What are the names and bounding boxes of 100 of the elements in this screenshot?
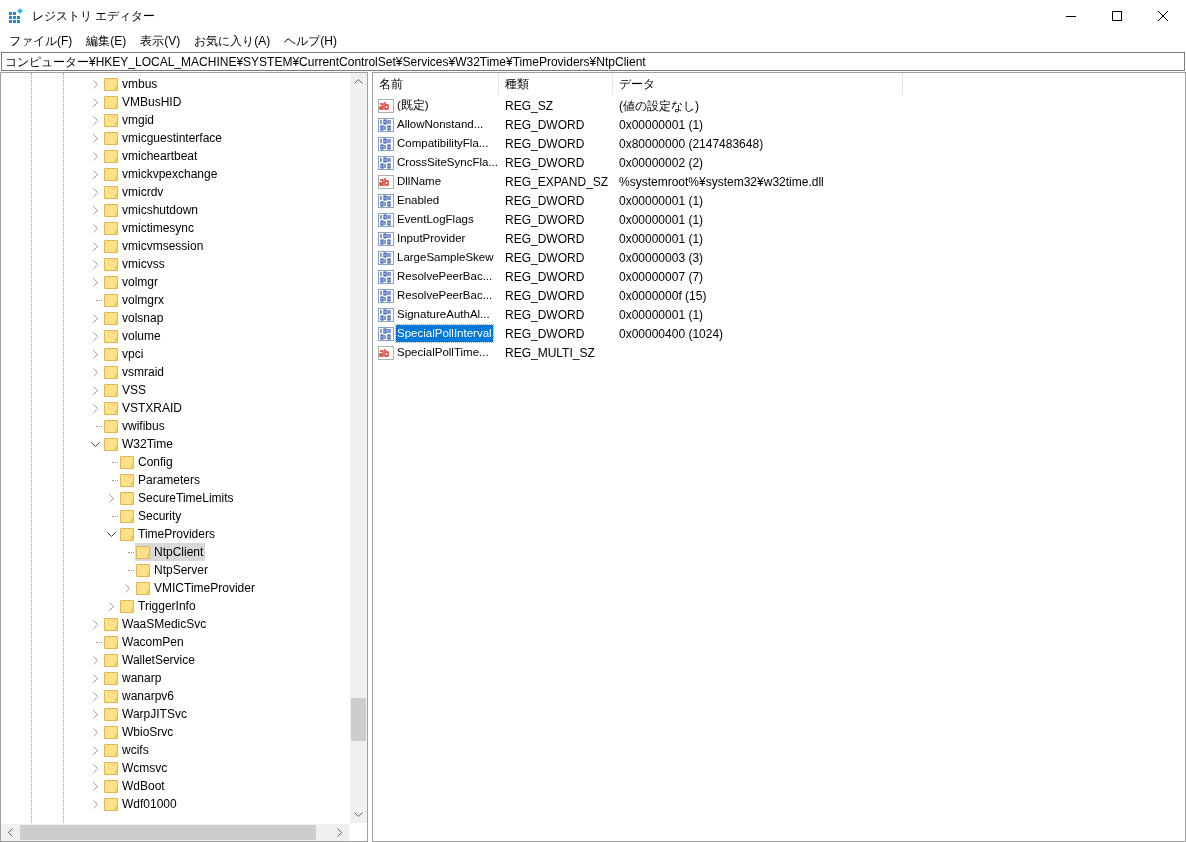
chevron-right-icon[interactable] bbox=[92, 727, 98, 737]
column-header[interactable]: 種類 bbox=[499, 73, 613, 95]
chevron-right-icon[interactable] bbox=[92, 97, 98, 107]
chevron-right-icon[interactable] bbox=[92, 403, 98, 413]
tree-item[interactable]: WdBoot bbox=[103, 777, 167, 795]
vertical-scrollbar[interactable] bbox=[350, 73, 367, 823]
column-header[interactable]: 名前 bbox=[373, 73, 499, 95]
tree-item[interactable]: WacomPen bbox=[103, 633, 186, 651]
value-name[interactable]: EventLogFlags bbox=[396, 210, 475, 229]
tree-item[interactable]: WbioSrvc bbox=[103, 723, 176, 741]
chevron-right-icon[interactable] bbox=[92, 619, 98, 629]
tree-item[interactable]: Wcmsvc bbox=[103, 759, 170, 777]
value-name[interactable]: DllName bbox=[396, 172, 443, 191]
tree-item[interactable]: vmicshutdown bbox=[103, 201, 201, 219]
chevron-right-icon[interactable] bbox=[92, 187, 98, 197]
chevron-right-icon[interactable] bbox=[92, 673, 98, 683]
tree-item[interactable]: VSTXRAID bbox=[103, 399, 184, 417]
chevron-right-icon[interactable] bbox=[92, 331, 98, 341]
tree-item[interactable]: volmgrx bbox=[103, 291, 166, 309]
tree-item[interactable]: wanarpv6 bbox=[103, 687, 177, 705]
tree-item[interactable]: VSS bbox=[103, 381, 148, 399]
tree-item[interactable]: TriggerInfo bbox=[119, 597, 198, 615]
value-name[interactable]: CompatibilityFla... bbox=[396, 134, 490, 153]
tree-item[interactable]: NtpClient bbox=[135, 543, 206, 561]
tree-item[interactable]: vpci bbox=[103, 345, 146, 363]
value-name[interactable]: SpecialPollInterval bbox=[396, 324, 493, 343]
chevron-right-icon[interactable] bbox=[92, 115, 98, 125]
chevron-down-icon[interactable] bbox=[106, 531, 116, 537]
tree-item[interactable]: vmictimesync bbox=[103, 219, 196, 237]
value-name[interactable]: SpecialPollTime... bbox=[396, 343, 490, 362]
menu-item[interactable]: ヘルプ(H) bbox=[277, 32, 344, 50]
value-name[interactable]: ResolvePeerBac... bbox=[396, 286, 494, 305]
tree-item[interactable]: volsnap bbox=[103, 309, 166, 327]
menu-item[interactable]: ファイル(F) bbox=[2, 32, 80, 50]
chevron-right-icon[interactable] bbox=[92, 223, 98, 233]
tree-item[interactable]: wanarp bbox=[103, 669, 164, 687]
chevron-right-icon[interactable] bbox=[92, 205, 98, 215]
tree-item[interactable]: SecureTimeLimits bbox=[119, 489, 236, 507]
menu-item[interactable]: 表示(V) bbox=[133, 32, 188, 50]
column-header[interactable]: データ bbox=[613, 73, 903, 95]
chevron-right-icon[interactable] bbox=[92, 133, 98, 143]
chevron-right-icon[interactable] bbox=[92, 691, 98, 701]
tree-item[interactable]: Parameters bbox=[119, 471, 203, 489]
tree-item[interactable]: WaaSMedicSvc bbox=[103, 615, 209, 633]
value-name[interactable]: CrossSiteSyncFla... bbox=[396, 153, 499, 172]
value-name[interactable]: AllowNonstand... bbox=[396, 115, 485, 134]
tree-item[interactable]: vmicguestinterface bbox=[103, 129, 225, 147]
address-bar[interactable]: コンピューター¥HKEY_LOCAL_MACHINE¥SYSTEM¥CurrentControlSet¥Services¥W32Time¥TimeProviders¥NtpClient bbox=[1, 52, 1185, 71]
value-name[interactable]: Enabled bbox=[396, 191, 441, 210]
tree-item[interactable]: vmicheartbeat bbox=[103, 147, 200, 165]
tree-item[interactable]: vmickvpexchange bbox=[103, 165, 220, 183]
chevron-right-icon[interactable] bbox=[92, 709, 98, 719]
chevron-right-icon[interactable] bbox=[92, 277, 98, 287]
horizontal-scrollbar[interactable] bbox=[1, 824, 349, 841]
chevron-right-icon[interactable] bbox=[92, 259, 98, 269]
tree-item[interactable]: VMICTimeProvider bbox=[135, 579, 257, 597]
value-name[interactable]: SignatureAuthAl... bbox=[396, 305, 491, 324]
menu-item[interactable]: お気に入り(A) bbox=[187, 32, 278, 50]
tree-item[interactable]: vsmraid bbox=[103, 363, 166, 381]
value-name[interactable]: ResolvePeerBac... bbox=[396, 267, 494, 286]
value-name[interactable]: LargeSampleSkew bbox=[396, 248, 495, 267]
tree-item[interactable]: WarpJITSvc bbox=[103, 705, 189, 723]
tree-item[interactable]: vmbus bbox=[103, 75, 160, 93]
tree-item[interactable]: vmicvmsession bbox=[103, 237, 206, 255]
tree-item[interactable]: vwifibus bbox=[103, 417, 167, 435]
chevron-right-icon[interactable] bbox=[124, 583, 130, 593]
tree-item[interactable]: volume bbox=[103, 327, 163, 345]
chevron-right-icon[interactable] bbox=[92, 349, 98, 359]
tree-item[interactable]: vmgid bbox=[103, 111, 156, 129]
chevron-right-icon[interactable] bbox=[92, 79, 98, 89]
tree-item[interactable]: W32Time bbox=[103, 435, 175, 453]
tree-item[interactable]: TimeProviders bbox=[119, 525, 217, 543]
scrollbar-thumb[interactable] bbox=[351, 698, 366, 741]
tree-item[interactable]: vmicrdv bbox=[103, 183, 166, 201]
chevron-right-icon[interactable] bbox=[92, 763, 98, 773]
tree-item[interactable]: Security bbox=[119, 507, 184, 525]
chevron-right-icon[interactable] bbox=[92, 241, 98, 251]
menu-item[interactable]: 編集(E) bbox=[79, 32, 134, 50]
scrollbar-thumb[interactable] bbox=[20, 825, 316, 840]
tree-item[interactable]: volmgr bbox=[103, 273, 160, 291]
chevron-right-icon[interactable] bbox=[92, 367, 98, 377]
chevron-right-icon[interactable] bbox=[108, 493, 114, 503]
chevron-right-icon[interactable] bbox=[108, 601, 114, 611]
value-name[interactable]: InputProvider bbox=[396, 229, 467, 248]
chevron-right-icon[interactable] bbox=[92, 169, 98, 179]
tree-item[interactable]: VMBusHID bbox=[103, 93, 184, 111]
chevron-right-icon[interactable] bbox=[92, 385, 98, 395]
chevron-right-icon[interactable] bbox=[92, 151, 98, 161]
tree-item[interactable]: WalletService bbox=[103, 651, 197, 669]
chevron-right-icon[interactable] bbox=[92, 655, 98, 665]
value-name[interactable]: (既定) bbox=[396, 96, 430, 115]
chevron-down-icon[interactable] bbox=[90, 441, 100, 447]
chevron-right-icon[interactable] bbox=[92, 745, 98, 755]
chevron-right-icon[interactable] bbox=[92, 781, 98, 791]
tree-item[interactable]: wcifs bbox=[103, 741, 151, 759]
tree-item[interactable]: Config bbox=[119, 453, 175, 471]
chevron-right-icon[interactable] bbox=[92, 313, 98, 323]
tree-item[interactable]: NtpServer bbox=[135, 561, 211, 579]
tree-item[interactable]: Wdf01000 bbox=[103, 795, 179, 813]
tree-item[interactable]: vmicvss bbox=[103, 255, 167, 273]
